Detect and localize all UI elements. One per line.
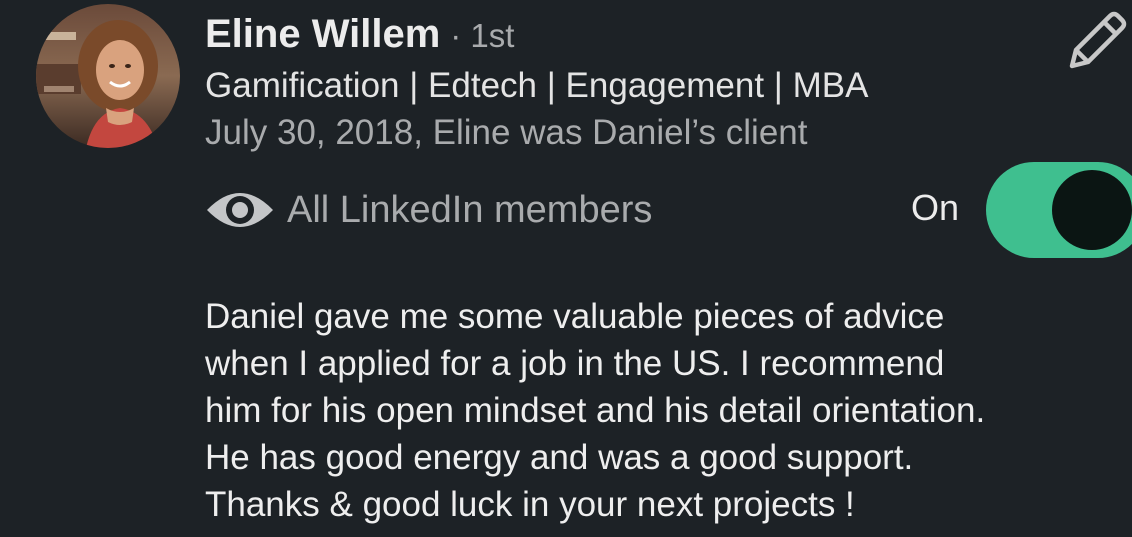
visibility-toggle[interactable] — [986, 162, 1132, 258]
recommender-header: Eline Willem · 1st — [205, 12, 514, 66]
profile-photo — [36, 4, 180, 148]
connection-degree: · 1st — [450, 17, 515, 54]
recommendation-line: Thanks & good luck in your next projects… — [205, 485, 855, 524]
recommendation-line: He has good energy and was a good suppor… — [205, 438, 914, 477]
recommendation-date-relation: July 30, 2018, Eline was Daniel’s client — [205, 113, 808, 152]
recommendation-line: Daniel gave me some valuable pieces of a… — [205, 297, 945, 336]
visibility-setting: All LinkedIn members — [205, 184, 652, 236]
recommender-name[interactable]: Eline Willem — [205, 12, 440, 57]
pencil-icon[interactable] — [1062, 8, 1130, 76]
recommendation-line: when I applied for a job in the US. I re… — [205, 344, 945, 383]
toggle-knob — [1052, 170, 1132, 250]
visibility-label: All LinkedIn members — [287, 188, 653, 231]
recommendation-line: him for his open mindset and his detail … — [205, 391, 986, 430]
toggle-state-label: On — [911, 187, 960, 228]
eye-icon — [207, 193, 273, 227]
recommender-headline: Gamification | Edtech | Engagement | MBA — [205, 66, 869, 105]
recommendation-text: Daniel gave me some valuable pieces of a… — [205, 293, 1130, 528]
avatar[interactable] — [36, 4, 180, 148]
